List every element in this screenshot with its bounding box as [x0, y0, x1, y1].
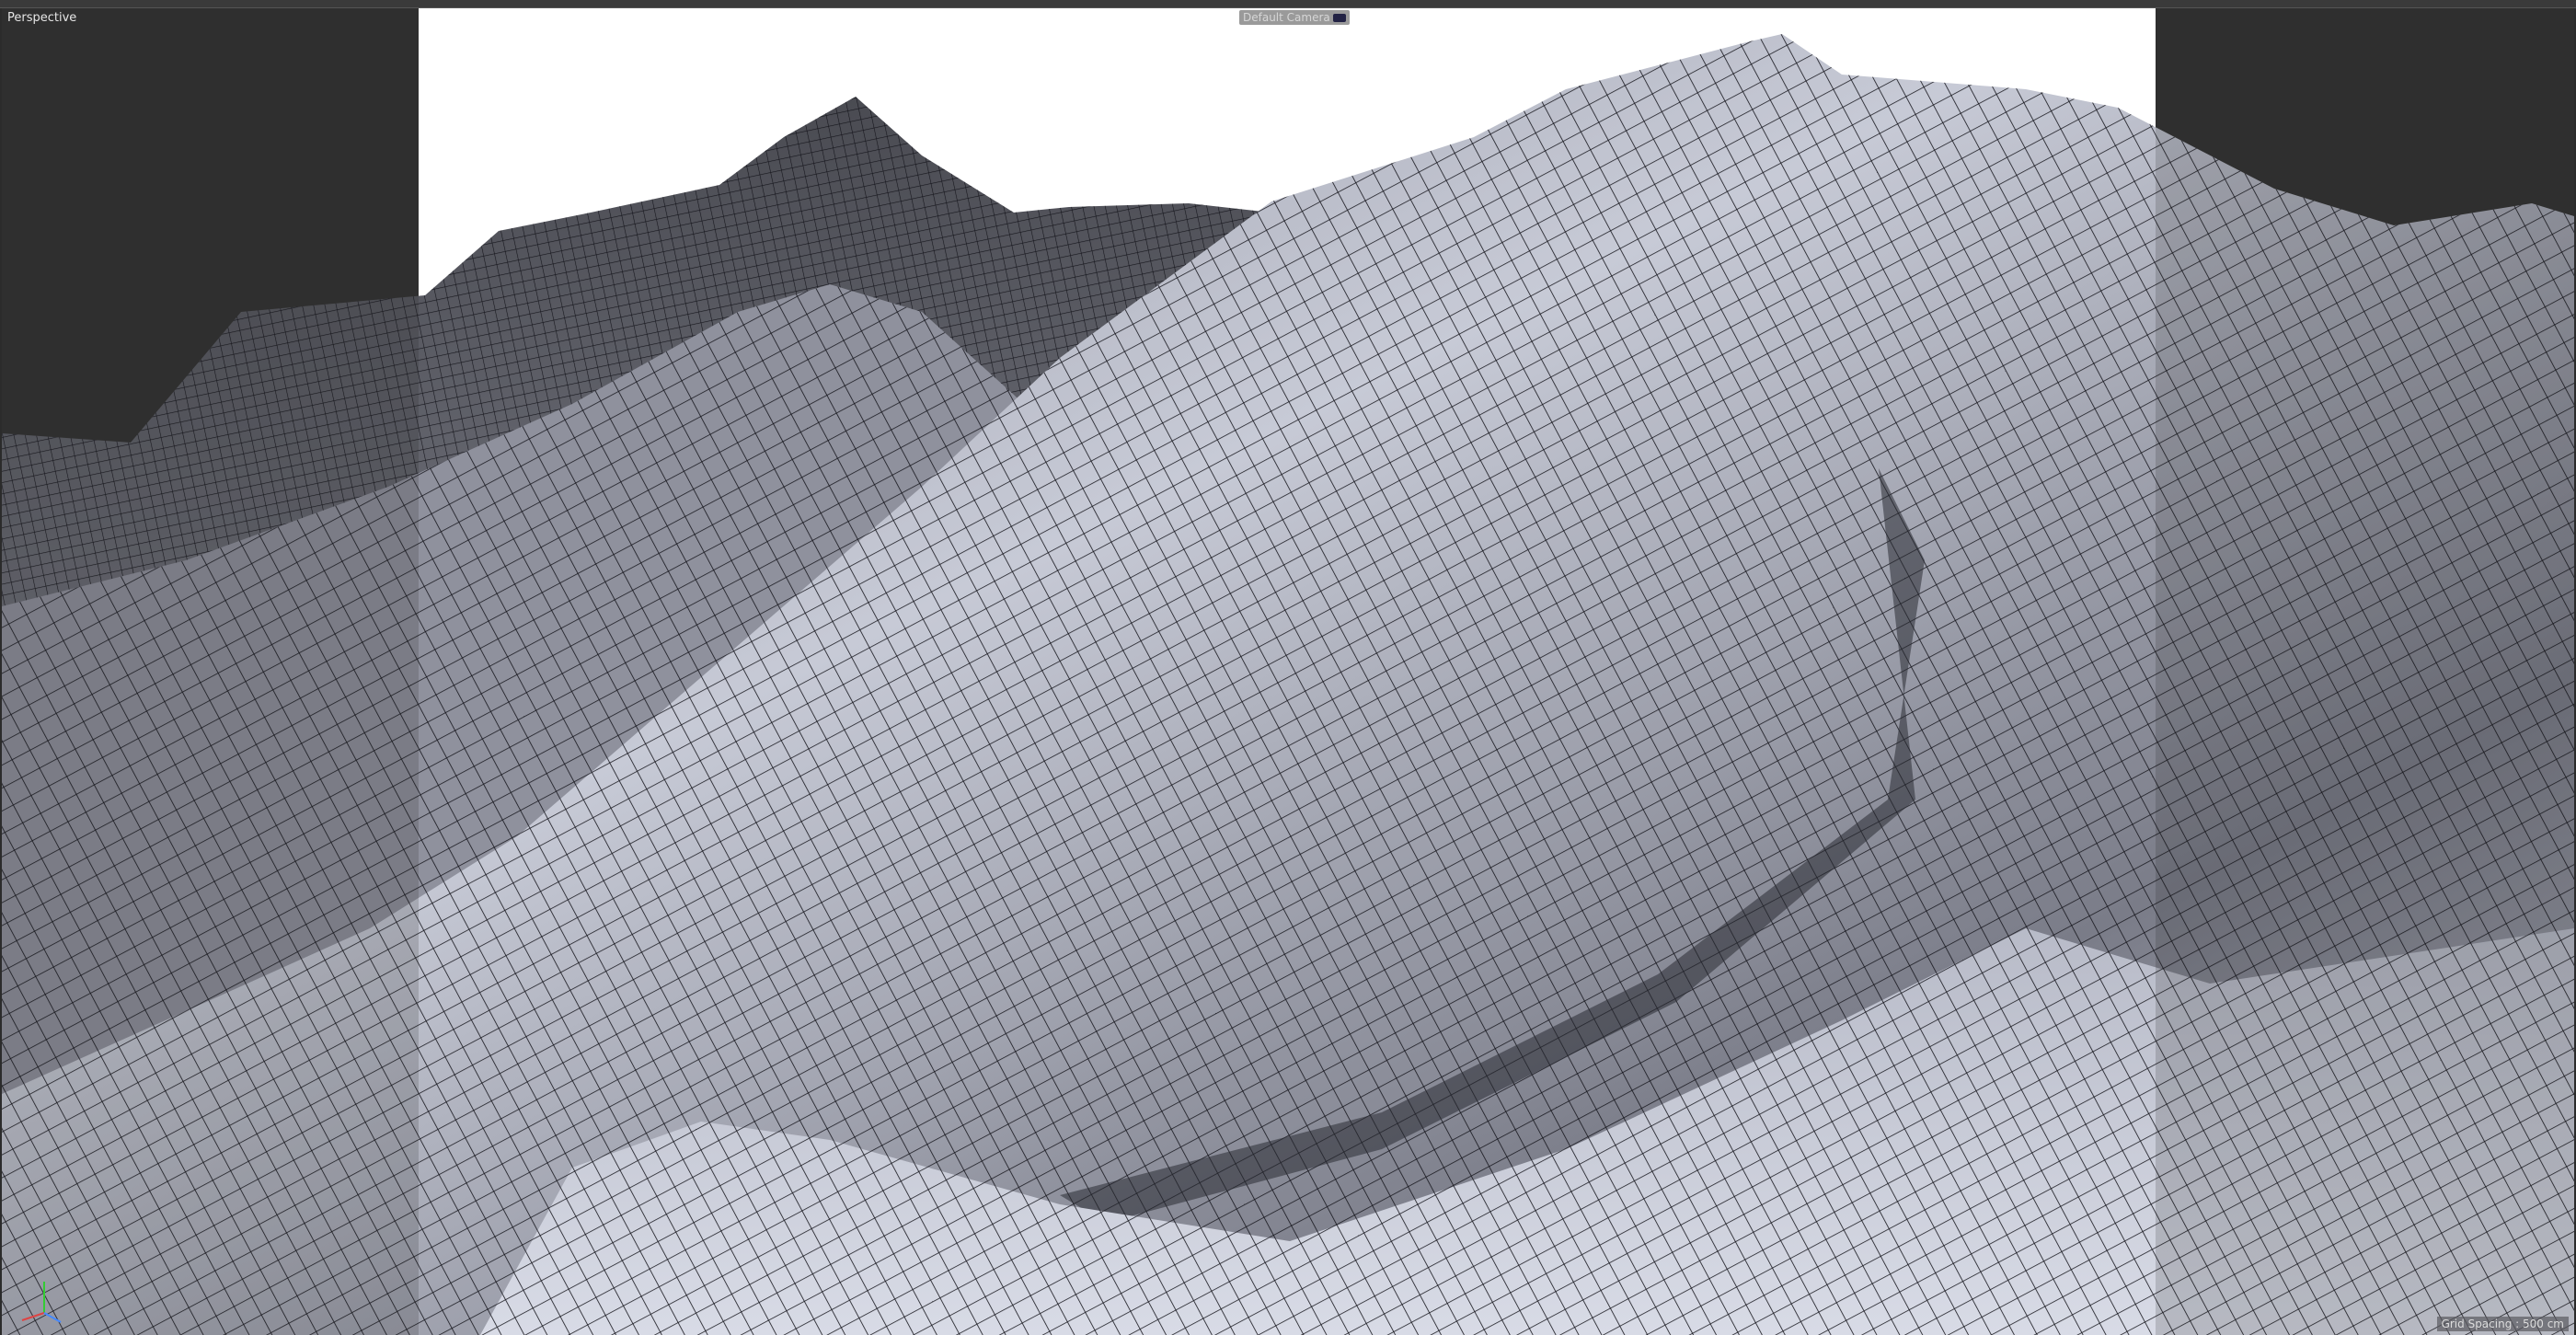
axis-gizmo-icon: Y X Z: [21, 1282, 62, 1323]
terrain-scene: [2, 8, 2574, 1335]
camera-name: Default Camera: [1243, 11, 1330, 24]
safe-frame-right-mask: [2156, 8, 2574, 1335]
camera-label[interactable]: Default Camera: [1239, 10, 1350, 25]
viewport-title[interactable]: Perspective: [7, 11, 76, 25]
title-bar: [0, 0, 2576, 8]
safe-frame-left-mask: [2, 8, 419, 1335]
camera-icon: [1332, 13, 1346, 22]
perspective-viewport[interactable]: Perspective Default Camera Grid Spacing …: [2, 8, 2574, 1335]
grid-spacing-label: Grid Spacing : 500 cm: [2436, 1317, 2569, 1331]
